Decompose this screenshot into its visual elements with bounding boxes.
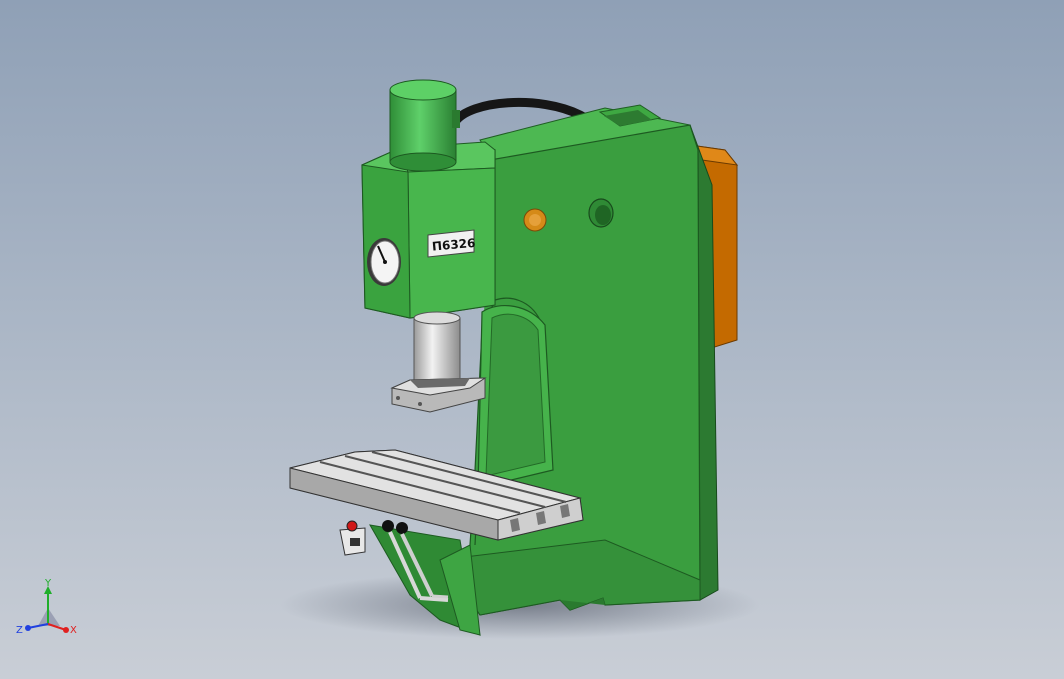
- ram-rod[interactable]: [413, 311, 461, 381]
- z-arrow-icon: [25, 625, 31, 631]
- nameplate: П6326: [427, 229, 476, 258]
- pressure-gauge-icon[interactable]: [367, 238, 401, 286]
- control-box[interactable]: [339, 520, 366, 556]
- z-axis-label: Z: [16, 625, 23, 636]
- upper-die-plate[interactable]: [390, 377, 487, 413]
- axis-triad: Y X Z: [16, 578, 77, 636]
- orange-plug-icon: [523, 208, 547, 232]
- x-arrow-icon: [63, 627, 69, 633]
- x-axis-label: X: [70, 625, 77, 636]
- frame-hole: [588, 198, 614, 228]
- y-axis-label: Y: [44, 578, 52, 589]
- lever-knob-left[interactable]: [382, 520, 394, 532]
- 3d-viewport[interactable]: П6326 Y X Z: [0, 0, 1064, 679]
- lever-knob-right[interactable]: [396, 522, 408, 534]
- hydraulic-cylinder[interactable]: [389, 79, 460, 172]
- hydraulic-press-model[interactable]: П6326: [0, 0, 1064, 679]
